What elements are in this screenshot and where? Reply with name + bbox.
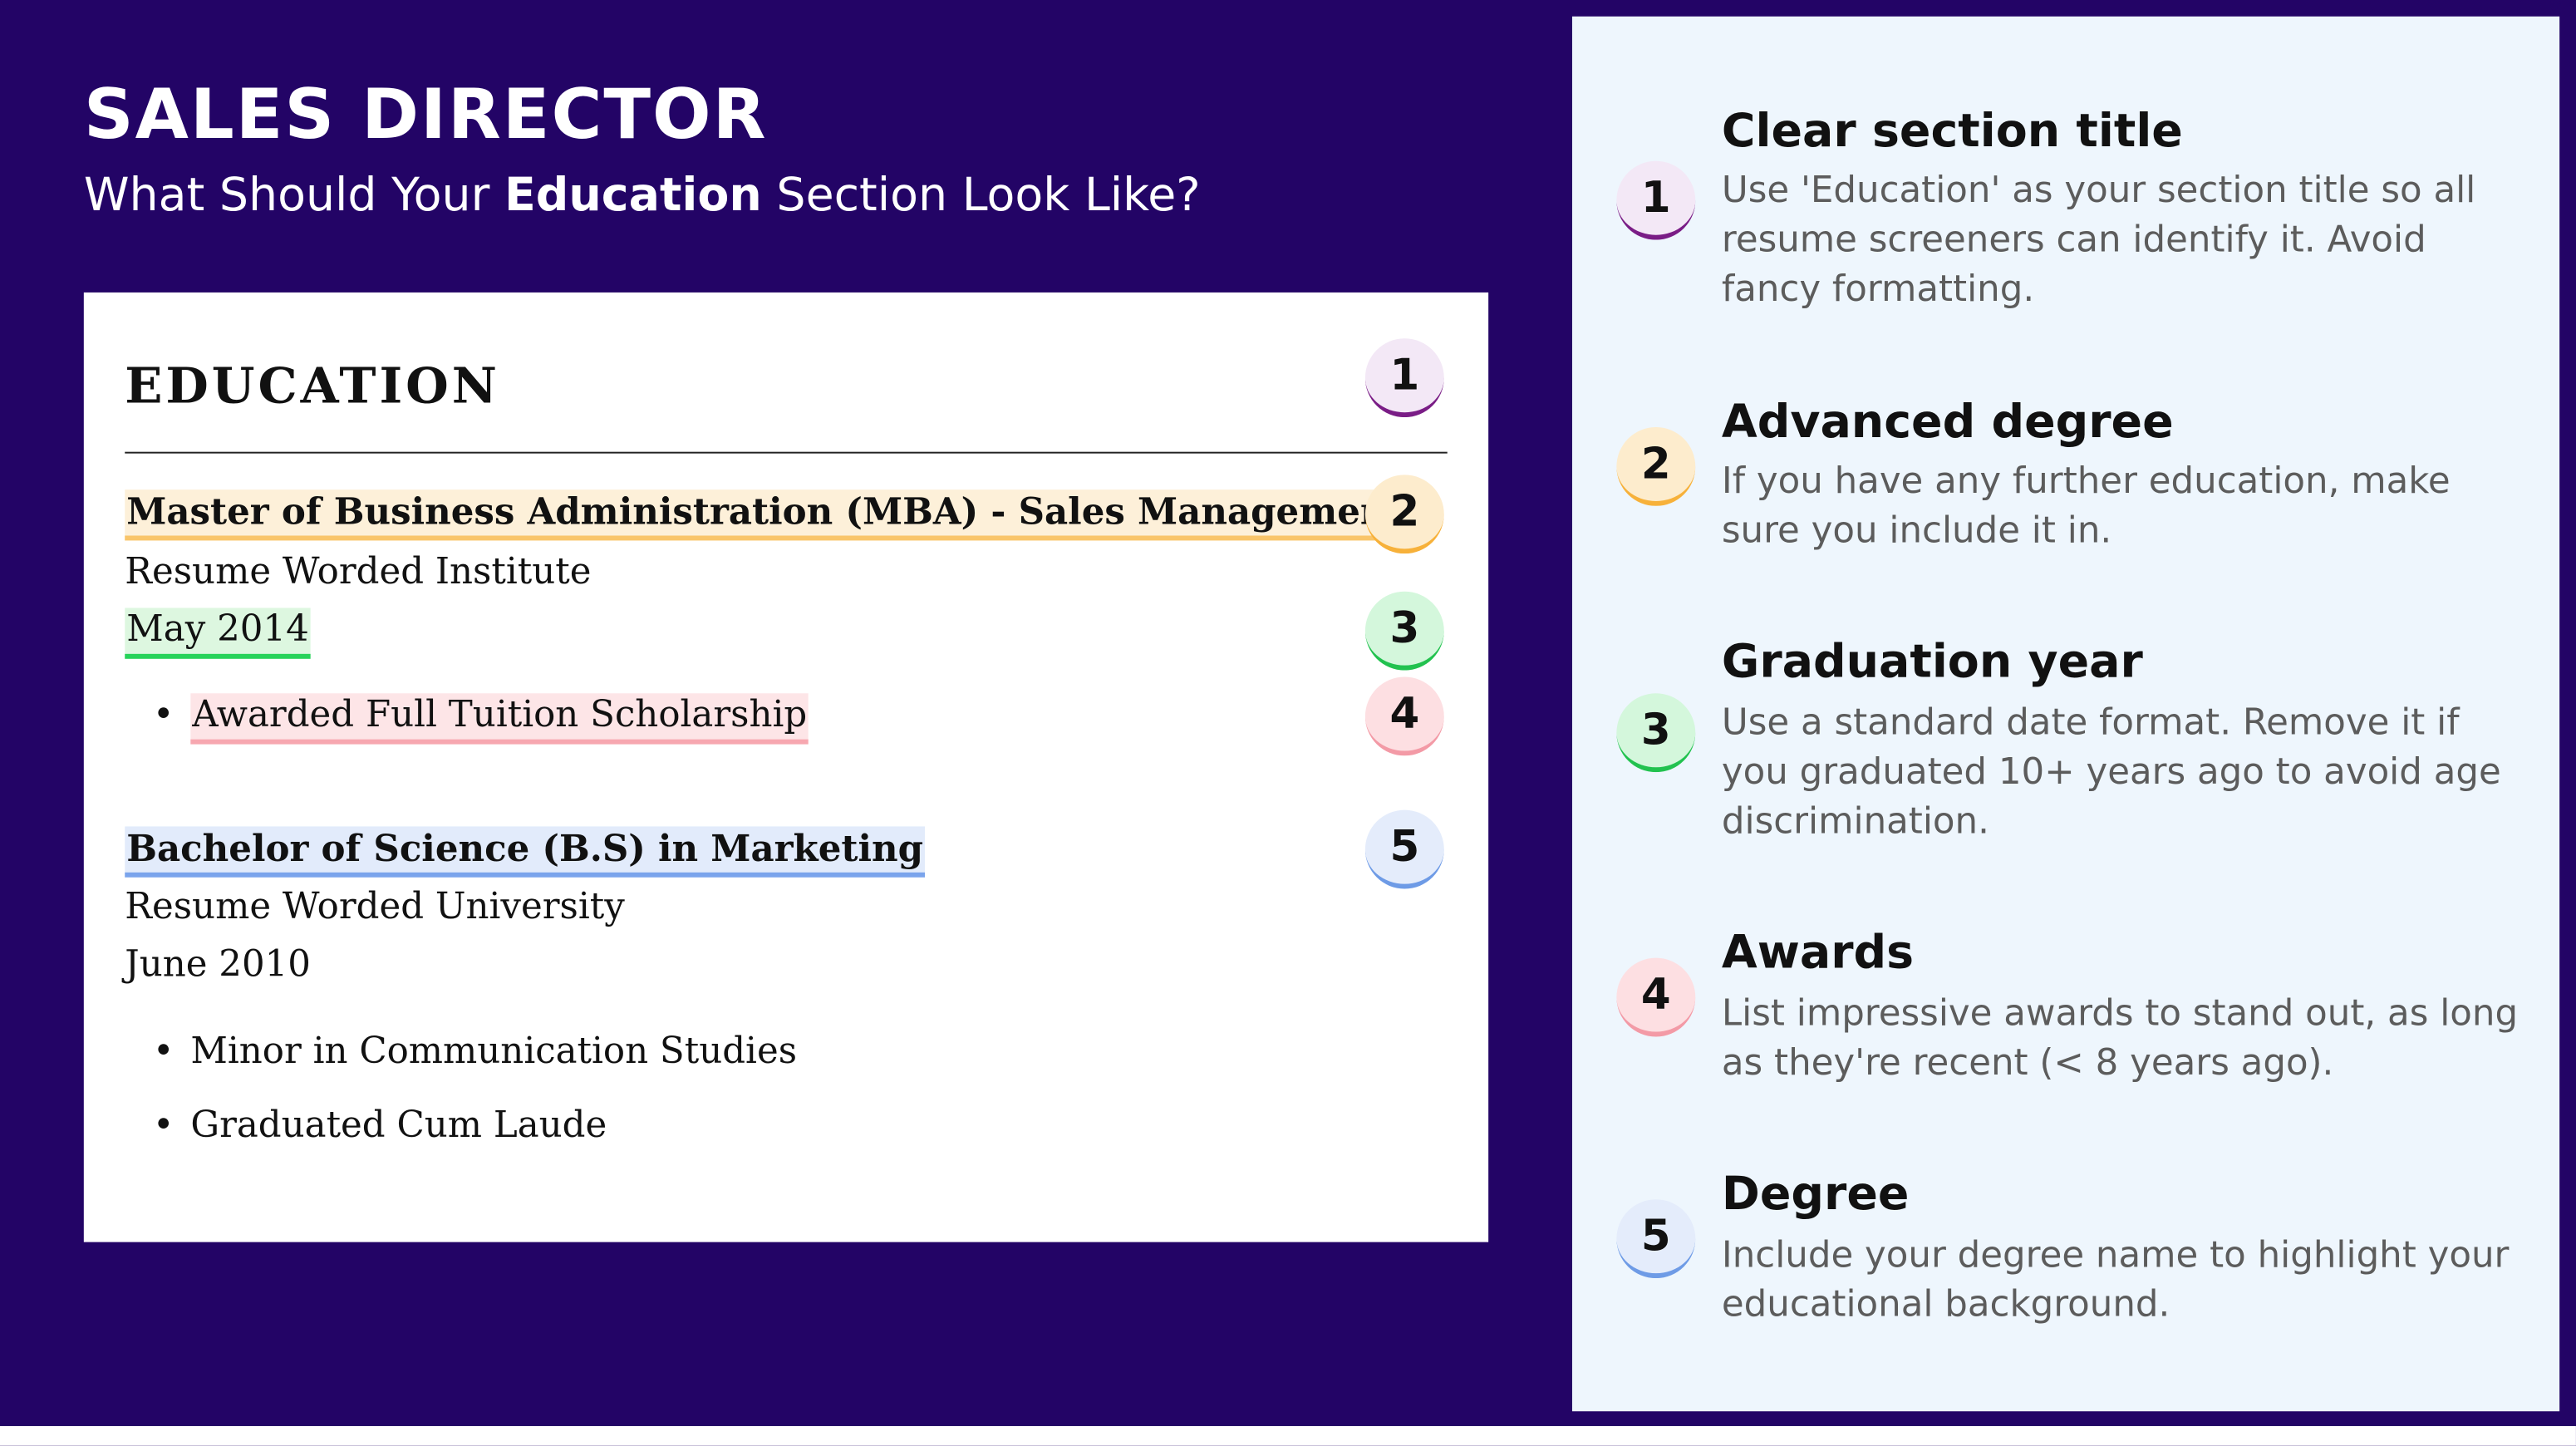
tip-title: Graduation year — [1721, 634, 2143, 689]
tip-description: Include your degree name to highlight yo… — [1721, 1235, 2510, 1326]
page-title: SALES DIRECTOR — [83, 73, 768, 155]
tip-badge-4: 4 — [1616, 957, 1696, 1037]
number-badge-2: 2 — [1364, 475, 1444, 554]
tip-description: Use 'Education' as your section title so… — [1721, 170, 2476, 311]
resume-example-card: EDUCATION Master of Business Administrat… — [83, 292, 1489, 1242]
number-badge-4: 4 — [1364, 676, 1444, 756]
graduation-date: June 2010 — [125, 944, 311, 986]
page-subtitle: What Should Your Education Section Look … — [84, 165, 1201, 227]
degree-title: Master of Business Administration (MBA) … — [125, 489, 1405, 541]
list-item: • Graduated Cum Laude — [152, 1105, 607, 1147]
tip-description: If you have any further education, make … — [1721, 461, 2451, 553]
bottom-strip — [0, 1426, 2576, 1446]
school-name: Resume Worded University — [125, 887, 625, 929]
bullet-text: Minor in Communication Studies — [190, 1031, 798, 1073]
infographic: SALES DIRECTOR What Should Your Educatio… — [0, 0, 2576, 1446]
tip-badge-5: 5 — [1616, 1199, 1696, 1279]
award-highlight: Awarded Full Tuition Scholarship — [190, 693, 809, 745]
tip-title: Degree — [1721, 1166, 1910, 1221]
tip-title: Advanced degree — [1721, 394, 2174, 449]
degree-highlight: Bachelor of Science (B.S) in Marketing — [125, 826, 925, 878]
number-badge-1: 1 — [1364, 338, 1444, 418]
award-bullet: • Awarded Full Tuition Scholarship — [125, 693, 809, 745]
tip-badge-3: 3 — [1616, 693, 1696, 773]
tip-title: Clear section title — [1721, 103, 2183, 158]
list-item: • Minor in Communication Studies — [152, 1031, 798, 1073]
tips-panel: 1 Clear section title Use 'Education' as… — [1571, 16, 2560, 1412]
degree-title: Bachelor of Science (B.S) in Marketing — [125, 826, 925, 878]
subtitle-lead: What Should Your — [83, 167, 504, 222]
tip-badge-2: 2 — [1616, 427, 1696, 506]
degree-highlight: Master of Business Administration (MBA) … — [125, 489, 1405, 541]
number-badge-3: 3 — [1364, 591, 1444, 671]
tip-badge-1: 1 — [1616, 160, 1696, 240]
bullet-text: Graduated Cum Laude — [190, 1105, 607, 1147]
education-heading: EDUCATION — [125, 357, 500, 416]
heading-divider — [125, 451, 1448, 454]
school-name: Resume Worded Institute — [125, 552, 592, 593]
tip-description: List impressive awards to stand out, as … — [1721, 994, 2519, 1084]
tip-title: Awards — [1721, 925, 1915, 980]
subtitle-tail: Section Look Like? — [761, 167, 1201, 222]
date-highlight: May 2014 — [125, 607, 311, 659]
graduation-date: May 2014 — [125, 607, 311, 659]
subtitle-emphasis: Education — [504, 167, 762, 222]
number-badge-5: 5 — [1364, 809, 1444, 889]
tip-description: Use a standard date format. Remove it if… — [1721, 703, 2501, 844]
